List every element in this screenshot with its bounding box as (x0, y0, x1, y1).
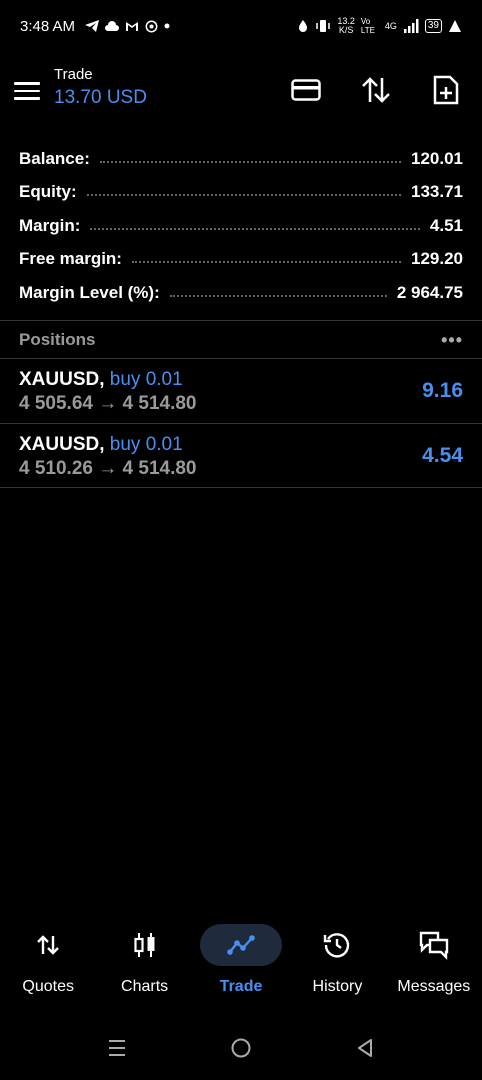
position-symbol: XAUUSD, (19, 434, 105, 455)
dotted-leader (99, 160, 401, 163)
summary-label: Margin: (19, 215, 81, 235)
nav-label: Quotes (22, 978, 74, 995)
telegram-icon (85, 20, 100, 32)
position-symbol: XAUUSD, (19, 369, 105, 390)
summary-row-margin: Margin: 4.51 (19, 209, 463, 243)
summary-value: 129.20 (411, 249, 463, 269)
history-icon (296, 924, 378, 966)
nav-quotes[interactable]: Quotes (0, 922, 96, 1002)
data-saver-icon (299, 20, 308, 32)
nav-label: Trade (219, 978, 263, 995)
sort-button[interactable] (360, 74, 392, 106)
new-document-icon (433, 75, 459, 105)
whatsapp-icon (145, 20, 158, 32)
price-arrow-icon: → (98, 458, 118, 479)
new-order-button[interactable] (430, 74, 462, 106)
bottom-navigation: Quotes Charts Trade History Messages (0, 922, 482, 1002)
system-status-icons: 13.2 K/S Vo LTE 4G 39 (297, 17, 462, 35)
app-bar: Trade 13.70 USD (0, 60, 482, 122)
summary-row-balance: Balance: 120.01 (19, 142, 463, 176)
position-row[interactable]: XAUUSD, buy 0.01 4 510.26 → 4 514.80 4.5… (0, 424, 482, 488)
dotted-leader (131, 261, 401, 264)
nav-history[interactable]: History (289, 922, 385, 1002)
sort-arrows-icon (362, 77, 390, 103)
positions-title: Positions (19, 330, 96, 349)
signal-icon (403, 19, 419, 33)
summary-label: Balance: (19, 148, 90, 168)
position-prices: 4 510.26 → 4 514.80 (19, 458, 197, 480)
summary-value: 4.51 (429, 215, 463, 235)
card-icon (291, 79, 321, 101)
messages-icon (393, 924, 475, 966)
summary-row-margin-level: Margin Level (%): 2 964.75 (19, 276, 463, 310)
warning-icon (449, 20, 461, 32)
recent-apps-icon[interactable] (105, 1036, 129, 1060)
network-speed: 13.2 K/S (337, 16, 355, 35)
volte-indicator: Vo LTE (360, 17, 375, 35)
account-summary: Balance: 120.01 Equity: 133.71 Margin: 4… (19, 142, 463, 310)
position-side: buy 0.01 (109, 434, 183, 455)
positions-header: Positions ••• (0, 322, 482, 358)
open-price: 4 510.26 (19, 458, 93, 479)
summary-value: 2 964.75 (396, 282, 463, 302)
dotted-leader (90, 227, 420, 230)
home-icon[interactable] (229, 1036, 253, 1060)
summary-label: Free margin: (19, 249, 122, 269)
summary-row-free-margin: Free margin: 129.20 (19, 243, 463, 277)
position-title: XAUUSD, buy 0.01 (19, 434, 183, 456)
nav-label: Messages (397, 978, 471, 995)
summary-value: 120.01 (411, 148, 463, 168)
summary-row-equity: Equity: 133.71 (19, 176, 463, 210)
dotted-leader (169, 294, 387, 297)
price-arrow-icon: → (98, 393, 118, 414)
open-price: 4 505.64 (19, 393, 93, 414)
gmail-icon (126, 21, 139, 31)
current-price: 4 514.80 (122, 393, 197, 414)
quotes-icon (7, 924, 89, 966)
account-balance: 13.70 USD (54, 87, 147, 108)
page-title: Trade (54, 66, 93, 83)
vibrate-icon (316, 20, 331, 32)
current-price: 4 514.80 (122, 458, 197, 479)
position-profit: 4.54 (422, 444, 463, 467)
nav-label: History (312, 978, 363, 995)
position-title: XAUUSD, buy 0.01 (19, 369, 183, 391)
nav-label: Charts (121, 978, 169, 995)
position-profit: 9.16 (422, 379, 463, 402)
menu-icon[interactable] (14, 82, 40, 100)
divider (0, 320, 482, 321)
dotted-leader (86, 194, 401, 197)
charts-icon (104, 924, 186, 966)
system-navigation (0, 1028, 482, 1068)
summary-label: Equity: (19, 182, 77, 202)
position-row[interactable]: XAUUSD, buy 0.01 4 505.64 → 4 514.80 9.1… (0, 359, 482, 423)
nav-messages[interactable]: Messages (386, 922, 482, 1002)
divider (0, 487, 482, 488)
nav-charts[interactable]: Charts (96, 922, 192, 1002)
status-bar: 3:48 AM 13.2 K/S Vo LTE 4G 39 (0, 0, 482, 52)
title-block: Trade 13.70 USD (54, 66, 147, 109)
more-options-icon[interactable]: ••• (441, 330, 463, 351)
back-icon[interactable] (353, 1036, 377, 1060)
position-prices: 4 505.64 → 4 514.80 (19, 393, 197, 415)
notification-icons (85, 20, 170, 33)
position-side: buy 0.01 (109, 369, 183, 390)
deposit-button[interactable] (290, 74, 322, 106)
cloud-icon (105, 21, 120, 31)
dot-icon (164, 23, 170, 29)
trade-icon (200, 924, 283, 966)
summary-label: Margin Level (%): (19, 282, 160, 302)
nav-trade[interactable]: Trade (193, 922, 289, 1002)
app-actions (290, 74, 462, 106)
summary-value: 133.71 (411, 182, 463, 202)
network-type: 4G (384, 21, 397, 31)
battery-icon: 39 (424, 19, 442, 33)
status-time: 3:48 AM (20, 17, 76, 35)
